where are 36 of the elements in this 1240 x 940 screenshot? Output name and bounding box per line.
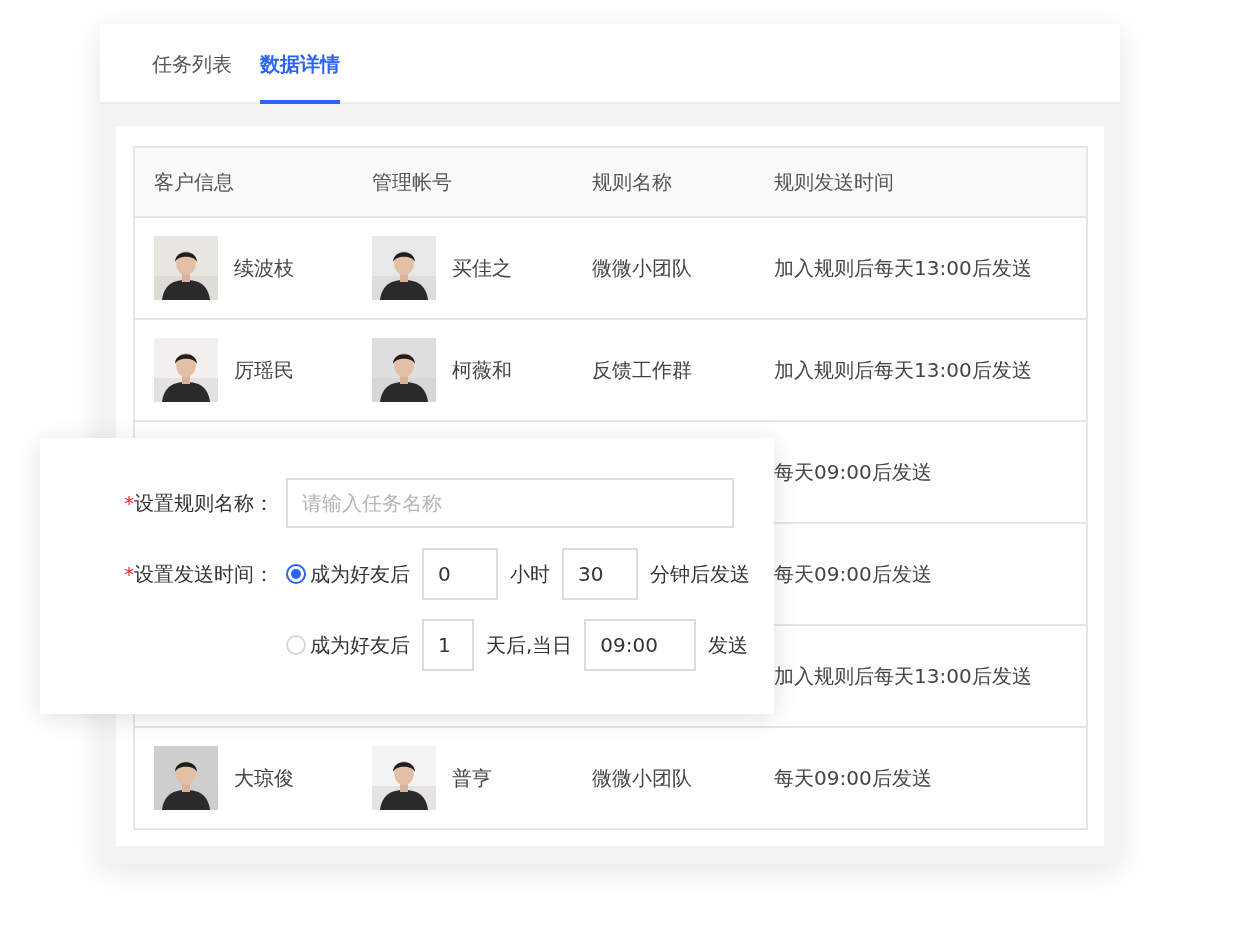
send-time: 加入规则后每天13:00后发送 [774, 662, 1032, 690]
send-time: 每天09:00后发送 [774, 458, 932, 486]
column-header: 规则名称 [592, 168, 672, 196]
send-time: 加入规则后每天13:00后发送 [774, 356, 1032, 384]
radio-button[interactable] [286, 564, 306, 584]
tab[interactable]: 任务列表 [152, 24, 232, 104]
account-name: 普亨 [452, 764, 492, 792]
required-mark: * [124, 562, 134, 586]
field-label: 设置规则名称： [134, 489, 274, 517]
option-text: 小时 [510, 560, 550, 588]
column-header: 客户信息 [154, 168, 234, 196]
rule-name: 反馈工作群 [592, 356, 692, 384]
option-text: 发送 [708, 631, 749, 659]
input-field[interactable]: 0 [422, 548, 498, 600]
column-header: 规则发送时间 [774, 168, 894, 196]
input-field[interactable]: 1 [422, 619, 474, 671]
column-header: 管理帐号 [372, 168, 452, 196]
required-mark: * [124, 491, 134, 515]
input-field[interactable]: 30 [562, 548, 638, 600]
rule-name: 微微小团队 [592, 764, 692, 792]
option-text: 成为好友后 [310, 631, 410, 659]
send-time: 每天09:00后发送 [774, 560, 932, 588]
account-name: 柯薇和 [452, 356, 512, 384]
rule-name: 微微小团队 [592, 254, 692, 282]
send-time: 每天09:00后发送 [774, 764, 932, 792]
customer-name: 厉瑶民 [234, 356, 294, 384]
customer-name: 大琼俊 [234, 764, 294, 792]
input-field[interactable]: 请输入任务名称 [286, 478, 734, 528]
option-text: 成为好友后 [310, 560, 410, 588]
option-text: 分钟后发送 [650, 560, 750, 588]
option-text: 天后,当日 [486, 631, 573, 659]
input-field[interactable]: 09:00 [584, 619, 697, 671]
customer-name: 续波枝 [234, 254, 294, 282]
field-label: 设置发送时间： [134, 560, 274, 588]
account-name: 买佳之 [452, 254, 512, 282]
send-time: 加入规则后每天13:00后发送 [774, 254, 1032, 282]
